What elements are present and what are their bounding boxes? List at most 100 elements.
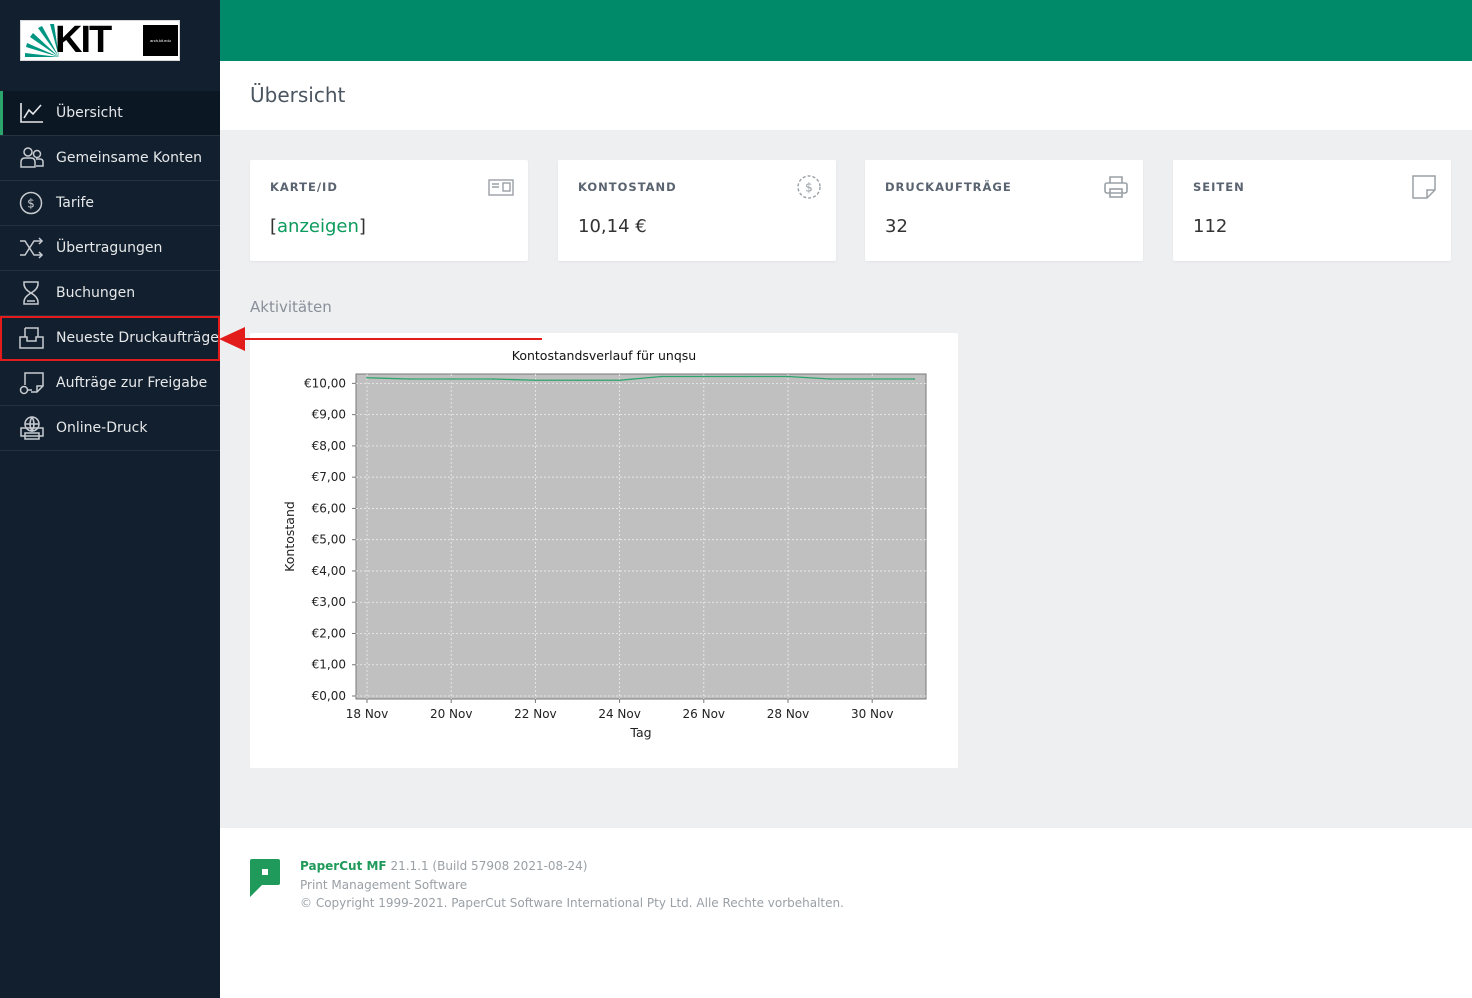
line-chart-icon [19, 101, 45, 125]
x-tick-label: 26 Nov [683, 707, 726, 721]
sidebar-item-uebersicht[interactable]: Übersicht [0, 91, 220, 136]
users-icon [19, 146, 45, 170]
card-druckauftraege: DRUCKAUFTRÄGE 32 [865, 160, 1143, 261]
y-tick-label: €9,00 [312, 408, 346, 422]
sidebar-item-online-druck[interactable]: Online-Druck [0, 406, 220, 451]
card-label: SEITEN [1193, 180, 1245, 194]
release-job-icon [19, 371, 45, 395]
sidebar-item-neueste-druckauftraege[interactable]: Neueste Druckaufträge [0, 316, 220, 361]
svg-text:$: $ [27, 197, 35, 211]
hourglass-icon [19, 281, 45, 305]
footer: PaperCut MF 21.1.1 (Build 57908 2021-08-… [220, 828, 1472, 998]
balance-data-point [660, 375, 663, 378]
annotation-arrow-line [240, 338, 542, 340]
balance-data-point [871, 378, 873, 380]
web-print-icon [19, 416, 45, 440]
x-tick-label: 18 Nov [346, 707, 389, 721]
x-tick-label: 20 Nov [430, 707, 473, 721]
sidebar-nav: Übersicht Gemeinsame Konten $ Tarife Übe… [0, 91, 220, 451]
id-card-icon [488, 174, 514, 200]
balance-data-point [745, 375, 747, 378]
card-label: KONTOSTAND [578, 180, 677, 194]
y-tick-label: €7,00 [312, 470, 346, 484]
balance-data-point [534, 379, 537, 382]
balance-data-point [913, 378, 916, 380]
balance-chart: Kontostandsverlauf für unqsu €0,00 €1,00 €2… [282, 348, 927, 740]
svg-text:$: $ [805, 181, 813, 195]
sidebar-item-label: Übertragungen [56, 240, 163, 256]
papercut-logo-icon [250, 859, 280, 897]
sidebar-item-label: Übersicht [56, 105, 123, 121]
card-value: [anzeigen] [270, 216, 366, 237]
card-kontostand: KONTOSTAND $ 10,14 € [558, 160, 836, 261]
balance-chart-card: Kontostandsverlauf für unqsu €0,00 €1,00 €2… [250, 333, 958, 768]
card-karte-id: KARTE/ID [anzeigen] [250, 160, 528, 261]
sidebar-item-tarife[interactable]: $ Tarife [0, 181, 220, 226]
card-label: DRUCKAUFTRÄGE [885, 180, 1012, 194]
footer-subtitle: Print Management Software [300, 878, 468, 892]
section-title-activities: Aktivitäten [250, 298, 332, 316]
card-value: 112 [1193, 216, 1228, 237]
x-axis-label: Tag [629, 725, 651, 740]
card-label: KARTE/ID [270, 180, 338, 194]
balance-data-point [829, 378, 831, 380]
card-value: 10,14 € [578, 216, 647, 237]
balance-data-point [366, 376, 368, 379]
show-card-id-link[interactable]: anzeigen [277, 216, 359, 237]
sidebar-item-label: Gemeinsame Konten [56, 150, 202, 166]
kit-logo-text: KIT [55, 19, 112, 61]
y-tick-label: €5,00 [312, 533, 346, 547]
footer-version-line: PaperCut MF 21.1.1 (Build 57908 2021-08-… [300, 859, 587, 873]
y-tick-label: €6,00 [312, 501, 346, 515]
sidebar-item-buchungen[interactable]: Buchungen [0, 271, 220, 316]
balance-data-point [408, 378, 410, 380]
chart-plot-area [355, 373, 927, 700]
sidebar-item-uebertragungen[interactable]: Übertragungen [0, 226, 220, 271]
y-tick-label: €4,00 [312, 564, 346, 578]
y-tick-label: €8,00 [312, 439, 346, 453]
page-header: Übersicht [220, 61, 1472, 130]
balance-data-point [450, 378, 452, 380]
x-tick-label: 30 Nov [851, 707, 894, 721]
sidebar-item-label: Online-Druck [56, 420, 148, 436]
y-tick-label: €10,00 [304, 376, 346, 390]
page-icon [1411, 174, 1437, 200]
sidebar-item-gemeinsame-konten[interactable]: Gemeinsame Konten [0, 136, 220, 181]
dollar-circle-icon: $ [796, 174, 822, 200]
footer-version: 21.1.1 (Build 57908 2021-08-24) [390, 859, 588, 873]
x-tick-label: 24 Nov [598, 707, 641, 721]
shuffle-icon [19, 236, 45, 260]
chart-title: Kontostandsverlauf für unqsu [512, 348, 696, 363]
printer-icon [1103, 174, 1129, 200]
balance-data-point [492, 378, 495, 380]
sidebar-item-label: Aufträge zur Freigabe [56, 375, 208, 391]
footer-brand: PaperCut MF [300, 859, 387, 873]
card-value: 32 [885, 216, 908, 237]
card-seiten: SEITEN 112 [1173, 160, 1451, 261]
sidebar: KIT arch.kit.edu Übersicht Gemeinsame Ko… [0, 0, 220, 998]
balance-data-point [787, 375, 789, 378]
dollar-circle-icon: $ [19, 191, 45, 215]
y-tick-label: €3,00 [312, 595, 346, 609]
balance-data-point [618, 379, 621, 382]
annotation-arrow-head [219, 327, 245, 351]
kit-logo[interactable]: KIT arch.kit.edu [20, 19, 180, 61]
sidebar-item-auftraege-zur-freigabe[interactable]: Aufträge zur Freigabe [0, 361, 220, 406]
bracket-open: [ [270, 216, 278, 237]
bracket-close: ] [358, 216, 366, 237]
inbox-tray-icon [19, 326, 45, 350]
y-tick-label: €2,00 [312, 626, 346, 640]
footer-copyright: © Copyright 1999-2021. PaperCut Software… [300, 896, 844, 910]
balance-data-point [703, 375, 705, 378]
y-tick-label: €0,00 [312, 689, 346, 703]
sidebar-item-label: Tarife [56, 195, 95, 211]
kit-logo-box: arch.kit.edu [143, 25, 178, 56]
x-tick-label: 22 Nov [514, 707, 557, 721]
balance-data-point [576, 379, 579, 382]
page-title: Übersicht [250, 83, 346, 107]
x-tick-label: 28 Nov [767, 707, 810, 721]
top-bar [220, 0, 1472, 61]
y-tick-label: €1,00 [312, 658, 346, 672]
sidebar-item-label: Buchungen [56, 285, 136, 301]
sidebar-item-label: Neueste Druckaufträge [56, 330, 219, 346]
